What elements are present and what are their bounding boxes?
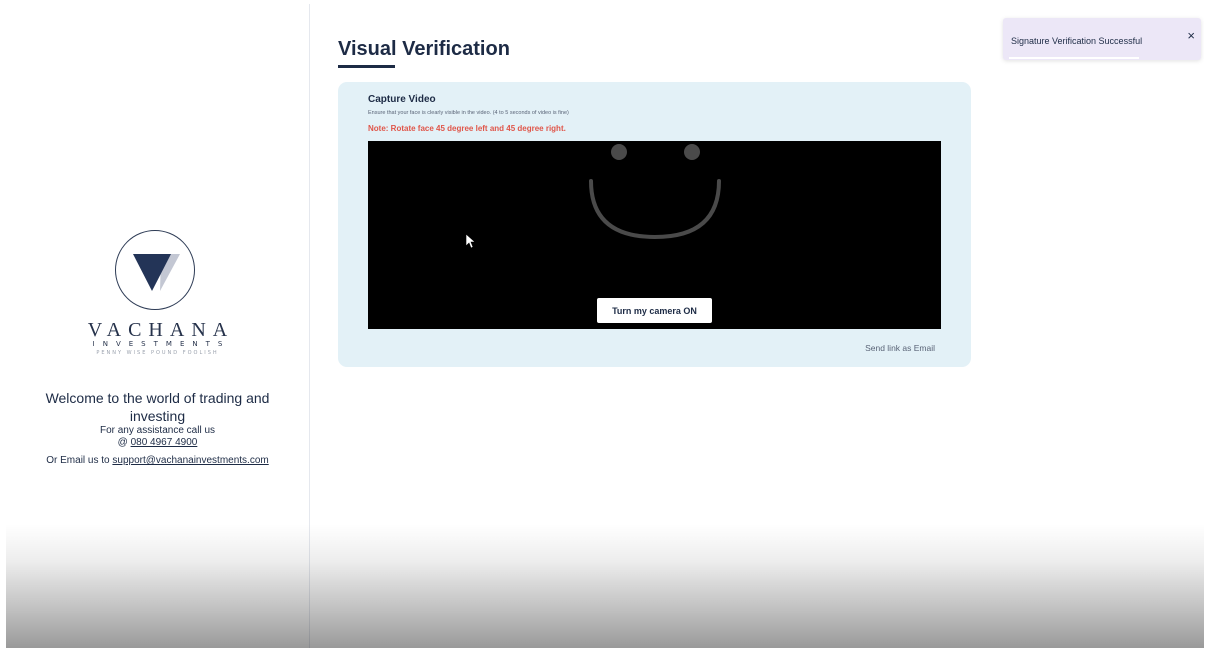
email-line: Or Email us to support@vachanainvestment…: [6, 455, 309, 466]
assistance-block: For any assistance call us @ 080 4967 49…: [6, 425, 309, 449]
phone-line: @ 080 4967 4900: [6, 437, 309, 449]
main-content: Visual Verification Capture Video Ensure…: [310, 4, 1204, 648]
video-preview[interactable]: Turn my camera ON: [368, 141, 941, 329]
email-prefix: Or Email us to: [46, 455, 113, 466]
assistance-text: For any assistance call us: [99, 425, 216, 436]
card-description: Ensure that your face is clearly visible…: [368, 110, 569, 116]
page-title: Visual Verification: [338, 38, 510, 60]
app-frame: VACHANA INVESTMENTS PENNY WISE POUND FOO…: [6, 4, 1204, 648]
sidebar: VACHANA INVESTMENTS PENNY WISE POUND FOO…: [6, 4, 310, 648]
card-note: Note: Rotate face 45 degree left and 45 …: [368, 124, 566, 133]
phone-link[interactable]: 080 4967 4900: [131, 437, 198, 448]
welcome-block: Welcome to the world of trading and inve…: [6, 389, 309, 425]
capture-video-card: Capture Video Ensure that your face is c…: [338, 82, 971, 367]
brand-tagline: PENNY WISE POUND FOOLISH: [96, 350, 219, 356]
close-icon[interactable]: ×: [1187, 28, 1195, 43]
vachana-logo-icon: [115, 230, 195, 310]
support-email-link[interactable]: support@vachanainvestments.com: [112, 455, 268, 466]
success-toast: Signature Verification Successful ×: [1003, 18, 1201, 60]
send-link-as-email[interactable]: Send link as Email: [865, 343, 935, 353]
brand-subtitle: INVESTMENTS: [92, 340, 231, 348]
turn-camera-on-button[interactable]: Turn my camera ON: [597, 298, 712, 323]
brand-name: VACHANA: [87, 319, 235, 341]
toast-message: Signature Verification Successful: [1011, 36, 1143, 46]
welcome-text: Welcome to the world of trading and inve…: [45, 390, 270, 424]
toast-progress-bar: [1009, 57, 1139, 59]
phone-prefix: @: [117, 437, 131, 448]
card-title: Capture Video: [368, 94, 436, 105]
title-underline: [338, 65, 395, 68]
